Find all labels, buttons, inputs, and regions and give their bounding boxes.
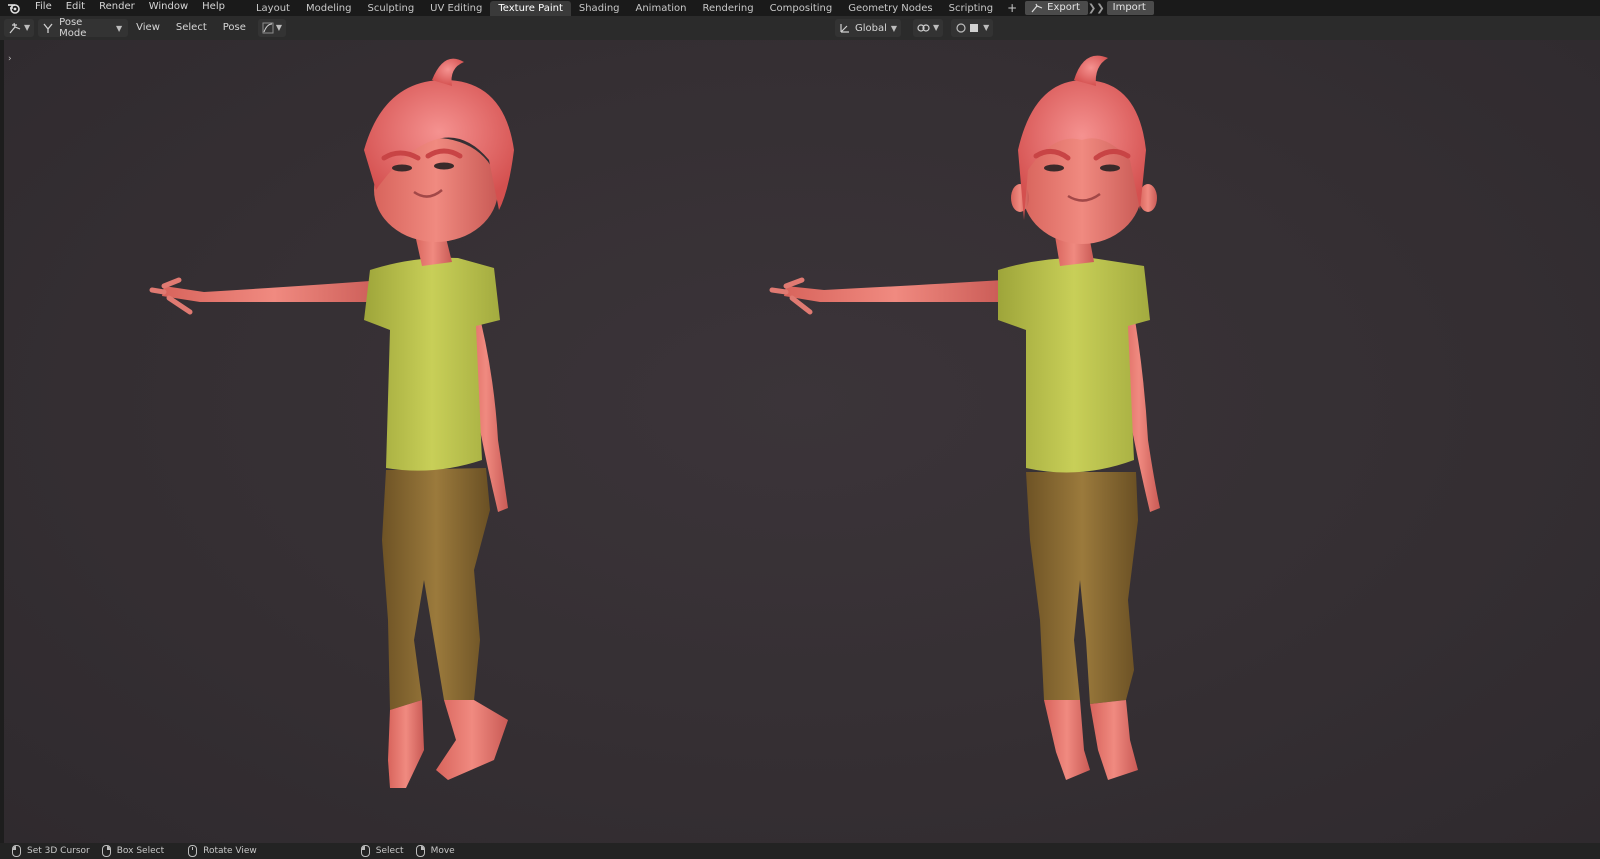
orientation-dropdown[interactable]: Global ▼ (835, 19, 901, 37)
menu-view[interactable]: View (128, 16, 168, 40)
top-bar: File Edit Render Window Help Layout Mode… (0, 0, 1600, 16)
tab-texture-paint[interactable]: Texture Paint (490, 1, 571, 16)
mouse-right-icon (416, 845, 425, 857)
status-box-select-label: Box Select (117, 846, 164, 856)
import-label: Import (1113, 1, 1146, 15)
status-select-label: Select (376, 846, 404, 856)
transform-tools: Global ▼ ▼ ▼ (835, 19, 993, 37)
status-rotate-view: Rotate View (188, 845, 257, 857)
tab-geometry-nodes[interactable]: Geometry Nodes (840, 1, 940, 16)
tab-layout[interactable]: Layout (248, 1, 298, 16)
chevron-down-icon: ▼ (891, 24, 897, 33)
tab-uv-editing[interactable]: UV Editing (422, 1, 490, 16)
status-set-cursor-label: Set 3D Cursor (27, 846, 90, 856)
pivot-button[interactable]: ▼ (913, 19, 943, 37)
pose-options-button[interactable]: ▼ (258, 19, 286, 37)
orientation-label: Global (855, 23, 887, 34)
menu-pose[interactable]: Pose (215, 16, 254, 40)
mouse-left-icon (361, 845, 370, 857)
editor-type-button[interactable]: ▼ (4, 19, 34, 37)
viewport-canvas (4, 40, 1600, 843)
mouse-middle-icon (188, 845, 197, 857)
viewport-header: ▼ Pose Mode ▼ View Select Pose ▼ Global … (0, 16, 1600, 40)
export-button[interactable]: Export (1025, 1, 1088, 15)
main-menu: File Edit Render Window Help (28, 0, 232, 16)
add-workspace-button[interactable]: + (1001, 0, 1023, 16)
transform-icon (839, 22, 851, 34)
mode-dropdown[interactable]: Pose Mode ▼ (38, 19, 128, 37)
overlay-button[interactable]: ▼ (951, 19, 993, 37)
armature-icon (1031, 3, 1043, 13)
tab-compositing[interactable]: Compositing (762, 1, 841, 16)
character-model-left[interactable] (152, 59, 514, 788)
status-select: Select (361, 845, 404, 857)
curve-icon (262, 22, 274, 34)
tab-animation[interactable]: Animation (628, 1, 695, 16)
tab-modeling[interactable]: Modeling (298, 1, 360, 16)
menu-render[interactable]: Render (92, 0, 142, 16)
character-model-right[interactable] (772, 56, 1160, 780)
chevron-down-icon: ▼ (933, 19, 939, 37)
pose-mode-icon (42, 22, 54, 34)
menu-file[interactable]: File (28, 0, 59, 16)
mouse-left-icon (12, 845, 21, 857)
armature-icon (8, 22, 22, 34)
tab-scripting[interactable]: Scripting (941, 1, 1001, 16)
chevron-down-icon: ▼ (24, 19, 30, 37)
chevron-right-icon[interactable]: › (8, 54, 12, 64)
status-set-cursor: Set 3D Cursor (12, 845, 90, 857)
status-bar: Set 3D Cursor Box Select Rotate View Sel… (0, 843, 1600, 859)
chevron-down-icon: ▼ (983, 19, 989, 37)
chevron-down-icon: ▼ (116, 24, 122, 33)
export-label: Export (1047, 1, 1080, 15)
chevron-down-icon: ▼ (276, 19, 282, 37)
tab-sculpting[interactable]: Sculpting (359, 1, 422, 16)
workspace-tabs: Layout Modeling Sculpting UV Editing Tex… (248, 0, 1001, 16)
status-move-label: Move (431, 846, 455, 856)
menu-select[interactable]: Select (168, 16, 215, 40)
status-rotate-view-label: Rotate View (203, 846, 257, 856)
overlay-icon (955, 22, 981, 34)
status-box-select: Box Select (102, 845, 164, 857)
status-move: Move (416, 845, 455, 857)
tab-shading[interactable]: Shading (571, 1, 628, 16)
blender-logo-icon[interactable] (0, 0, 28, 16)
import-button[interactable]: Import (1107, 1, 1154, 15)
mouse-right-icon (102, 845, 111, 857)
chevron-right-icon: ❯❯ (1088, 3, 1105, 14)
tab-rendering[interactable]: Rendering (694, 1, 761, 16)
menu-help[interactable]: Help (195, 0, 232, 16)
menu-edit[interactable]: Edit (59, 0, 92, 16)
menu-window[interactable]: Window (142, 0, 195, 16)
snap-icon (917, 22, 931, 34)
mode-label: Pose Mode (59, 17, 111, 39)
3d-viewport[interactable]: › (4, 40, 1600, 843)
